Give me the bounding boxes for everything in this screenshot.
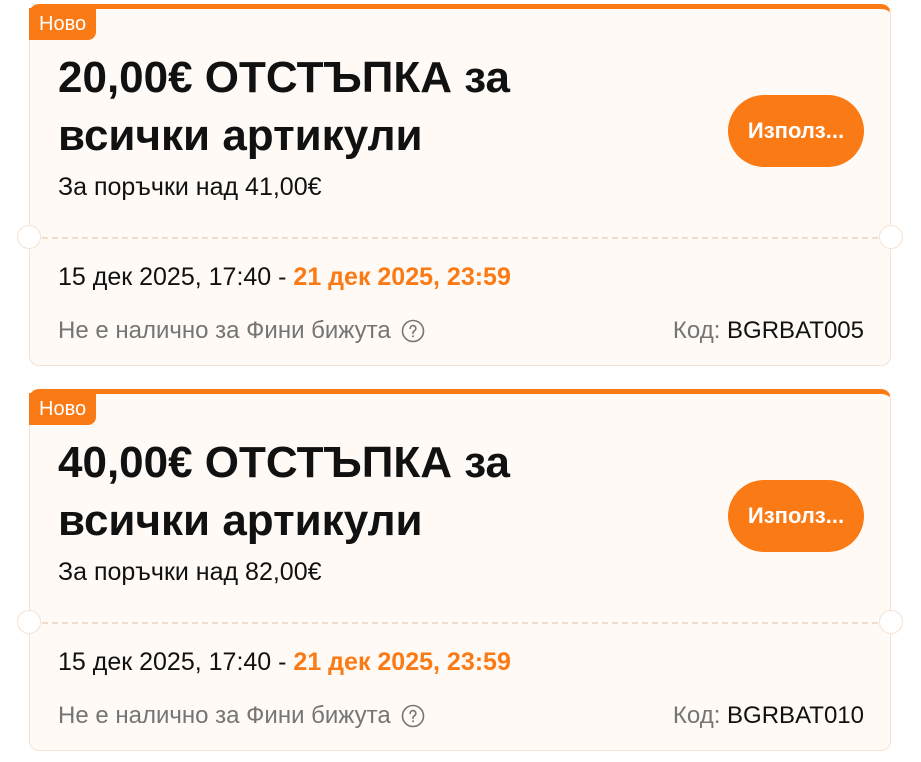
question-circle-icon[interactable] (401, 319, 425, 343)
restriction-text: Не е налично за Фини бижута (58, 702, 391, 729)
valid-to: 21 дек 2025, 23:59 (293, 263, 511, 291)
valid-from: 15 дек 2025, 17:40 - (58, 648, 294, 676)
new-badge: Ново (29, 8, 97, 40)
coupon-code: Код: BGRBAT005 (673, 317, 864, 345)
code-label: Код: (672, 317, 728, 344)
valid-from: 15 дек 2025, 17:40 - (58, 263, 294, 291)
question-circle-icon[interactable] (401, 704, 425, 728)
coupon-title: 40,00€ ОТСТЪПКА за всички артикули (58, 438, 510, 545)
coupon-card: Ново 20,00€ ОТСТЪПКА за всички артикули … (17, 4, 903, 366)
code-value: BGRBAT005 (727, 317, 864, 344)
restriction-text: Не е налично за Фини бижута (58, 317, 391, 344)
dashed-divider (42, 622, 878, 624)
coupon-code: Код: BGRBAT010 (673, 702, 864, 730)
restriction-note: Не е налично за Фини бижута (58, 702, 425, 730)
restriction-note: Не е налично за Фини бижута (58, 317, 425, 345)
validity-period: 15 дек 2025, 17:40 - 21 дек 2025, 23:59 (58, 263, 511, 292)
ticket-notch-left (17, 225, 41, 249)
ticket-notch-right (879, 225, 903, 249)
coupon-card: Ново 40,00€ ОТСТЪПКА за всички артикули … (17, 389, 903, 751)
ticket-notch-left (17, 610, 41, 634)
coupon-title: 20,00€ ОТСТЪПКА за всички артикули (58, 53, 510, 160)
min-order-text: За поръчки над 41,00€ (58, 173, 322, 201)
ticket-notch-right (879, 610, 903, 634)
dashed-divider (42, 237, 878, 239)
validity-period: 15 дек 2025, 17:40 - 21 дек 2025, 23:59 (58, 648, 511, 677)
code-label: Код: (672, 702, 728, 729)
valid-to: 21 дек 2025, 23:59 (293, 648, 511, 676)
use-coupon-button[interactable]: Използ... (728, 95, 864, 167)
use-coupon-button[interactable]: Използ... (728, 480, 864, 552)
min-order-text: За поръчки над 82,00€ (58, 558, 322, 586)
new-badge: Ново (29, 393, 97, 425)
code-value: BGRBAT010 (727, 702, 864, 729)
